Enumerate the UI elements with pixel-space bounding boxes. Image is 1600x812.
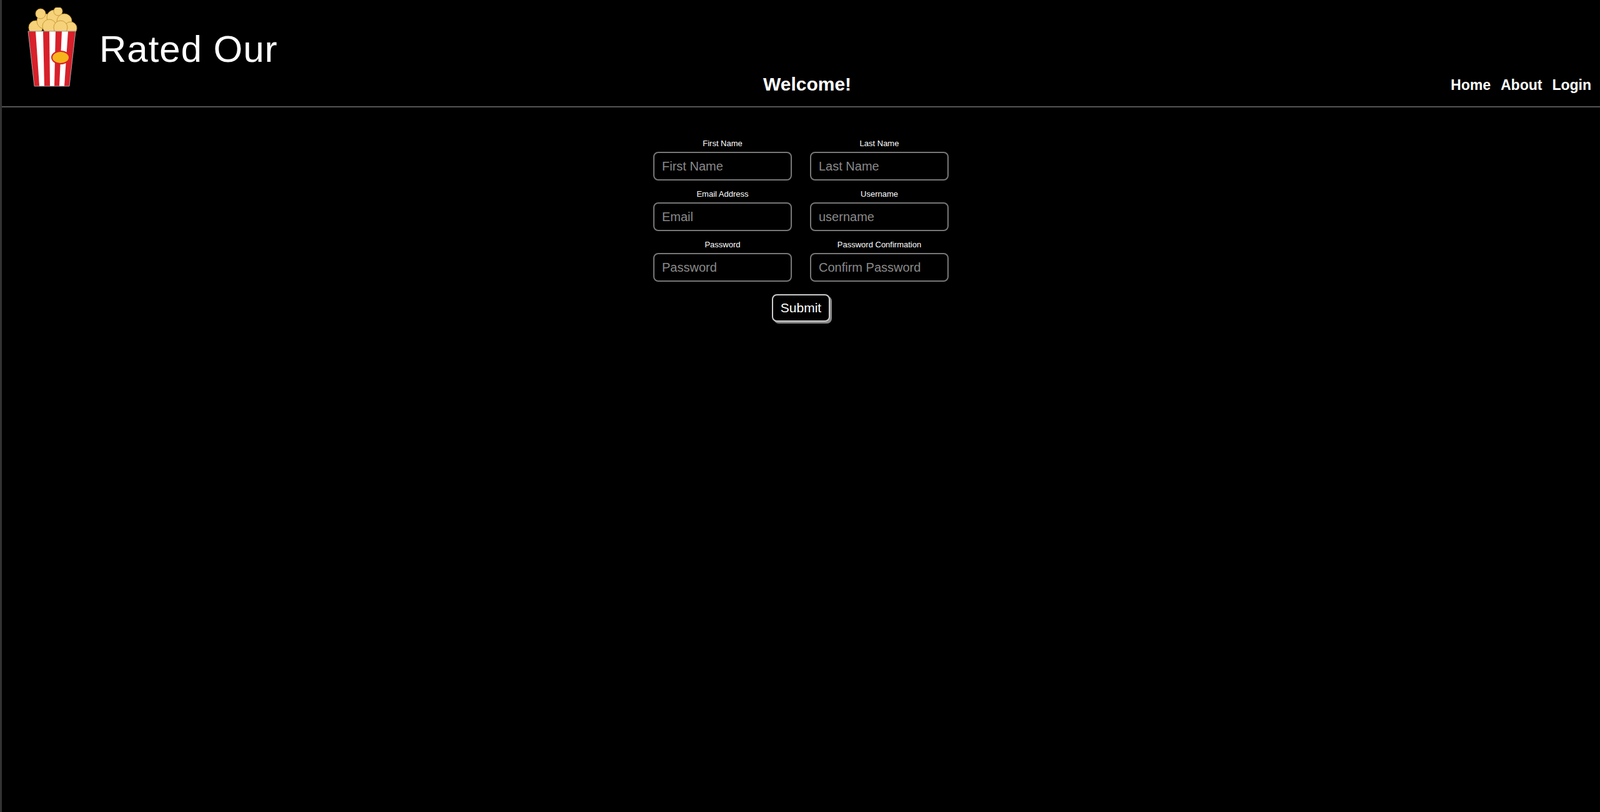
form-field: Password Confirmation <box>809 239 949 282</box>
field-label: Password Confirmation <box>837 239 922 250</box>
form-field: Last Name <box>809 138 949 181</box>
form-field: Password <box>653 239 792 282</box>
form-field: First Name <box>653 138 792 181</box>
field-input[interactable] <box>653 252 792 282</box>
popcorn-logo-icon <box>23 7 81 90</box>
nav-link[interactable]: About <box>1500 76 1542 94</box>
header: Rated Our Welcome! Home About Login <box>1 0 1600 108</box>
form-field: Email Address <box>653 189 792 232</box>
field-label: First Name <box>702 138 743 149</box>
nav-link[interactable]: Login <box>1551 76 1592 94</box>
field-input[interactable] <box>809 252 949 282</box>
nav-bar: Home About Login <box>857 76 1592 97</box>
form-field: Username <box>809 189 949 232</box>
field-label: Username <box>860 189 899 199</box>
field-input[interactable] <box>809 151 949 181</box>
field-input[interactable] <box>653 202 792 232</box>
brand: Rated Our <box>23 7 757 90</box>
field-label: Last Name <box>859 138 900 149</box>
field-label: Password <box>704 239 741 250</box>
field-label: Email Address <box>696 189 749 199</box>
welcome-heading: Welcome! <box>756 73 858 97</box>
submit-button[interactable]: Submit <box>771 294 830 322</box>
field-input[interactable] <box>809 202 949 232</box>
site-title: Rated Our <box>99 27 278 71</box>
signup-form: First Name Last Name Email Address Username… <box>1 107 1600 322</box>
field-input[interactable] <box>653 151 792 181</box>
form-grid: First Name Last Name Email Address Username… <box>653 138 949 282</box>
nav-link[interactable]: Home <box>1450 76 1491 94</box>
